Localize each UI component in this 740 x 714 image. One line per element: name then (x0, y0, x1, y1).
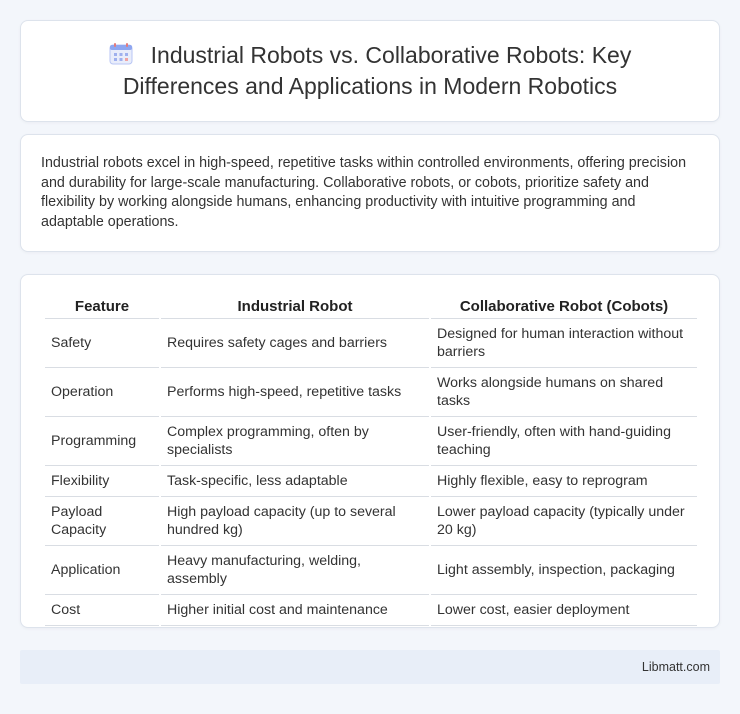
table-row: Operation Performs high-speed, repetitiv… (45, 368, 697, 417)
feature-cell: Programming (45, 417, 159, 466)
table-header-row: Feature Industrial Robot Collaborative R… (45, 295, 697, 319)
feature-cell: Operation (45, 368, 159, 417)
feature-cell: Cost (45, 595, 159, 626)
footer-brand[interactable]: Libmatt.com (642, 660, 710, 674)
table-row: Application Heavy manufacturing, welding… (45, 546, 697, 595)
summary-text: Industrial robots excel in high-speed, r… (41, 155, 687, 230)
page-title-text: Industrial Robots vs. Collaborative Robo… (122, 42, 632, 99)
industrial-cell: Heavy manufacturing, welding, assembly (161, 546, 429, 595)
cobot-cell: Lower cost, easier deployment (431, 595, 697, 626)
table-row: Cost Higher initial cost and maintenance… (45, 595, 697, 626)
industrial-cell: Requires safety cages and barriers (161, 319, 429, 368)
cobot-cell: User-friendly, often with hand-guiding t… (431, 417, 697, 466)
table-row: Programming Complex programming, often b… (45, 417, 697, 466)
industrial-cell: Task-specific, less adaptable (161, 466, 429, 497)
page-title: Industrial Robots vs. Collaborative Robo… (109, 42, 632, 99)
cobot-cell: Designed for human interaction without b… (431, 319, 697, 368)
cobot-cell: Light assembly, inspection, packaging (431, 546, 697, 595)
feature-cell: Payload Capacity (45, 497, 159, 546)
footer-bar: Libmatt.com (20, 650, 720, 684)
feature-cell: Safety (45, 319, 159, 368)
feature-cell: Application (45, 546, 159, 595)
industrial-cell: Complex programming, often by specialist… (161, 417, 429, 466)
table-row: Payload Capacity High payload capacity (… (45, 497, 697, 546)
cobot-cell: Lower payload capacity (typically under … (431, 497, 697, 546)
summary-card: Industrial robots excel in high-speed, r… (20, 134, 720, 252)
comparison-table: Feature Industrial Robot Collaborative R… (43, 295, 699, 626)
industrial-cell: Performs high-speed, repetitive tasks (161, 368, 429, 417)
table-row: Safety Requires safety cages and barrier… (45, 319, 697, 368)
industrial-cell: Higher initial cost and maintenance (161, 595, 429, 626)
header-industrial-robot: Industrial Robot (161, 295, 429, 319)
industrial-cell: High payload capacity (up to several hun… (161, 497, 429, 546)
cobot-cell: Highly flexible, easy to reprogram (431, 466, 697, 497)
comparison-table-card: Feature Industrial Robot Collaborative R… (20, 274, 720, 628)
title-wrap: Industrial Robots vs. Collaborative Robo… (70, 40, 670, 102)
cobot-cell: Works alongside humans on shared tasks (431, 368, 697, 417)
feature-cell: Flexibility (45, 466, 159, 497)
table-row: Flexibility Task-specific, less adaptabl… (45, 466, 697, 497)
title-card: Industrial Robots vs. Collaborative Robo… (20, 20, 720, 122)
header-collaborative-robot: Collaborative Robot (Cobots) (431, 295, 697, 319)
calendar-icon (109, 43, 133, 65)
header-feature: Feature (45, 295, 159, 319)
